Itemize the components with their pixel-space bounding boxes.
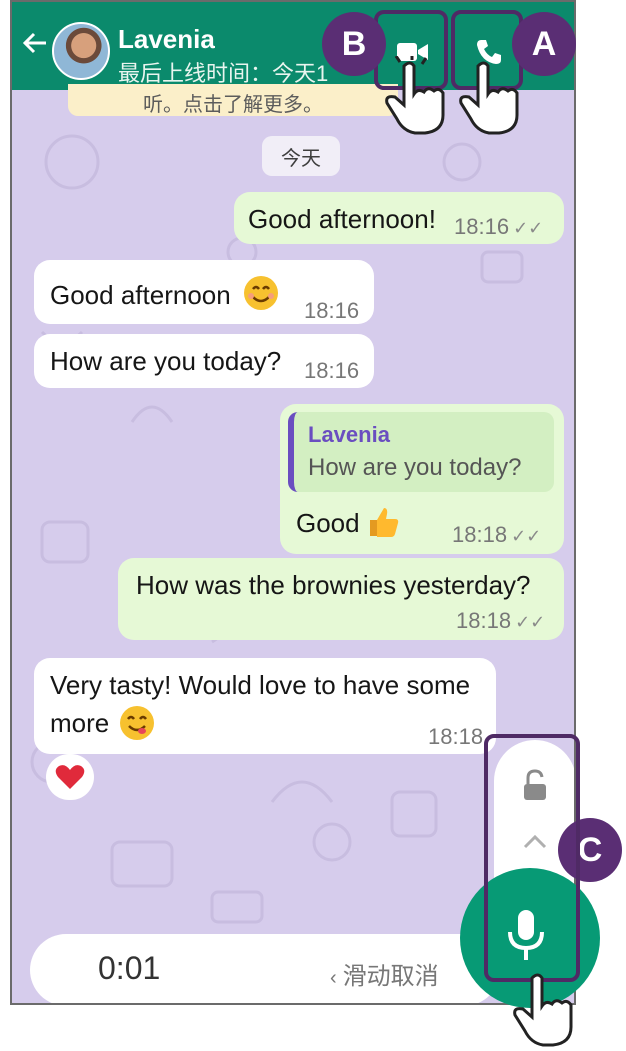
- recording-timer: 0:01: [98, 950, 161, 986]
- yum-face-icon: [120, 706, 154, 740]
- tap-hand-icon: [459, 61, 519, 135]
- message-bubble[interactable]: How are you today? 18:16: [34, 334, 374, 388]
- message-text: How are you today?: [50, 346, 282, 376]
- message-time: 18:18: [428, 724, 484, 749]
- message-text: Good afternoon: [50, 280, 231, 310]
- tap-hand-icon: [513, 973, 573, 1047]
- back-arrow-icon[interactable]: [22, 30, 48, 56]
- read-ticks-icon: ✓✓: [515, 612, 546, 632]
- slide-to-cancel-hint[interactable]: ‹ 滑动取消: [330, 956, 439, 991]
- reply-quote[interactable]: Lavenia How are you today?: [288, 412, 554, 492]
- date-chip: 今天: [262, 136, 340, 176]
- message-text: Good afternoon!: [248, 204, 436, 234]
- message-bubble[interactable]: Good afternoon 18:16: [34, 260, 374, 324]
- message-time: 18:16: [304, 298, 360, 323]
- annotation-badge-b: B: [322, 12, 386, 76]
- message-bubble[interactable]: Very tasty! Would love to have some more…: [34, 658, 496, 754]
- lock-slider-highlight: [484, 734, 580, 982]
- tap-hand-icon: [385, 56, 445, 135]
- read-ticks-icon: ✓✓: [511, 526, 542, 546]
- message-text: Very tasty! Would love to have some: [50, 670, 471, 700]
- reaction-chip[interactable]: [46, 754, 94, 800]
- quoted-text: How are you today?: [308, 454, 522, 481]
- encryption-notice[interactable]: 听。点击了解更多。: [68, 84, 398, 116]
- message-text: more: [50, 708, 110, 738]
- smiling-face-icon: [244, 276, 278, 310]
- quoted-author: Lavenia: [308, 422, 390, 447]
- chevron-left-icon: ‹: [330, 967, 337, 989]
- thumbs-up-icon: [370, 508, 399, 537]
- message-time: 18:16: [304, 358, 360, 383]
- message-time: 18:18 ✓✓: [456, 608, 546, 633]
- message-text: Good: [296, 508, 360, 538]
- contact-name[interactable]: Lavenia: [118, 24, 215, 55]
- recording-bar: 0:01 ‹ 滑动取消: [30, 934, 500, 1003]
- message-bubble[interactable]: Lavenia How are you today? Good 18:18 ✓✓: [280, 404, 564, 554]
- heart-icon: [55, 765, 85, 789]
- message-text: How was the brownies yesterday?: [136, 570, 531, 600]
- message-time: 18:18 ✓✓: [452, 522, 542, 547]
- message-bubble[interactable]: How was the brownies yesterday? 18:18 ✓✓: [118, 558, 564, 640]
- message-time: 18:16 ✓✓: [454, 214, 544, 239]
- message-bubble[interactable]: Good afternoon! 18:16 ✓✓: [234, 192, 564, 244]
- avatar[interactable]: [52, 22, 110, 80]
- read-ticks-icon: ✓✓: [513, 218, 544, 238]
